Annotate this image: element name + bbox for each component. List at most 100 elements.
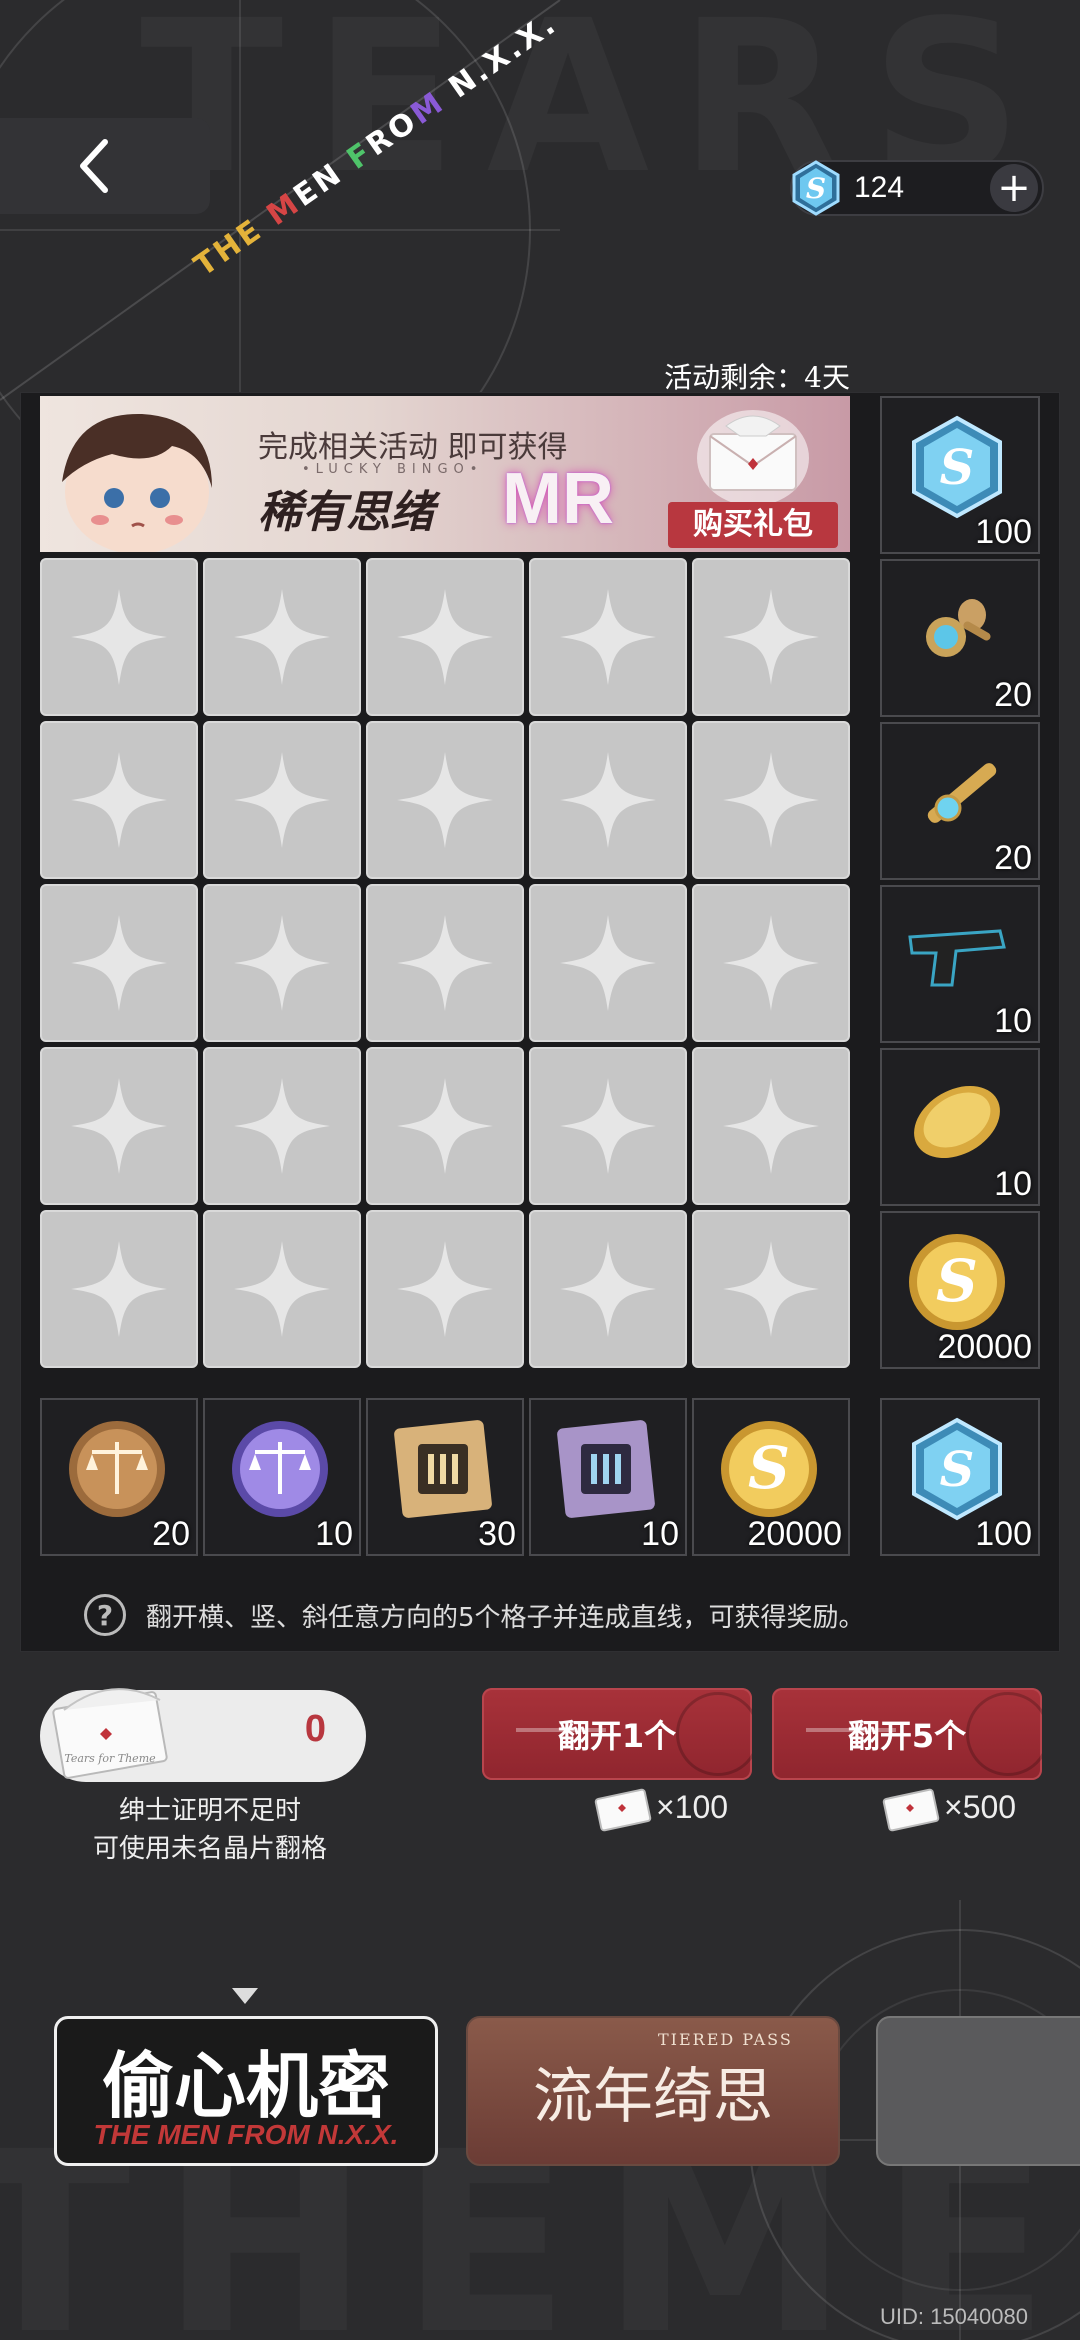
tab-next-event[interactable] — [876, 2016, 1080, 2166]
back-button[interactable] — [0, 118, 210, 214]
sparkle-icon — [560, 752, 656, 848]
bingo-tile[interactable] — [40, 721, 198, 879]
reticle-decoration — [966, 1692, 1042, 1776]
bingo-tile[interactable] — [203, 558, 361, 716]
reward-slot[interactable]: 10 — [880, 1048, 1040, 1206]
flip-one-label: 翻开1个 — [557, 1717, 677, 1755]
reward-quantity: 10 — [315, 1515, 353, 1553]
sparkle-icon — [234, 589, 330, 685]
bingo-tile[interactable] — [366, 884, 524, 1042]
reward-slot[interactable]: 30 — [366, 1398, 524, 1556]
bingo-tile[interactable] — [203, 1047, 361, 1205]
reward-slot[interactable]: S 100 — [880, 1398, 1040, 1556]
reward-slot[interactable]: 10 — [880, 885, 1040, 1043]
sparkle-icon — [723, 752, 819, 848]
add-currency-button[interactable]: + — [990, 164, 1038, 212]
reward-slot[interactable]: S 100 — [880, 396, 1040, 554]
purple-scales-badge-icon — [232, 1421, 328, 1517]
user-id: UID: 15040080 — [880, 2304, 1028, 2329]
sparkle-icon — [234, 1078, 330, 1174]
column-reward-row: 20 10 30 10 S 20000 — [40, 1398, 850, 1556]
reward-quantity: 20000 — [937, 1328, 1032, 1366]
bingo-tile[interactable] — [366, 1210, 524, 1368]
bingo-tile[interactable] — [692, 884, 850, 1042]
tab-heart-secrets[interactable]: 偷心机密 THE MEN FROM N.X.X. — [54, 2016, 438, 2166]
bingo-tile[interactable] — [529, 721, 687, 879]
sparkle-icon — [71, 1078, 167, 1174]
banner-rare-label: 稀有思绪 — [258, 487, 434, 538]
bingo-grid — [40, 558, 850, 1368]
reward-slot[interactable]: 10 — [529, 1398, 687, 1556]
sparkle-icon — [234, 752, 330, 848]
sparkle-icon — [397, 752, 493, 848]
bingo-tile[interactable] — [203, 884, 361, 1042]
event-brand: THE MEN FROM N.X.X. — [188, 6, 568, 330]
flip-one-button[interactable]: 翻开1个 — [482, 1688, 752, 1780]
bingo-tile[interactable] — [529, 884, 687, 1042]
reward-slot[interactable]: 10 — [203, 1398, 361, 1556]
sparkle-icon — [397, 1241, 493, 1337]
buy-gift-button[interactable]: 购买礼包 — [668, 402, 838, 548]
brand-part: N.X.X. — [431, 5, 564, 114]
reward-slot[interactable]: 20 — [880, 722, 1040, 880]
flip-five-label: 翻开5个 — [847, 1717, 967, 1755]
reward-quantity: 100 — [975, 513, 1032, 551]
gold-s-coin-icon: S — [909, 1234, 1005, 1330]
flip-five-cost-value: ×500 — [944, 1788, 1017, 1825]
bingo-tile[interactable] — [40, 558, 198, 716]
tab-tiered-pass[interactable]: TIERED PASS 流年绮思 — [466, 2016, 840, 2166]
reward-quantity: 20 — [994, 839, 1032, 877]
reward-slot[interactable]: 20 — [880, 559, 1040, 717]
reward-quantity: 30 — [478, 1515, 516, 1553]
sparkle-icon — [71, 589, 167, 685]
bronze-scales-badge-icon — [69, 1421, 165, 1517]
tab-title: 流年绮思 — [533, 2062, 773, 2132]
bingo-tile[interactable] — [203, 1210, 361, 1368]
ticket-note: 绅士证明不足时 可使用未名晶片翻格 — [60, 1792, 360, 1868]
reticle-decoration — [676, 1692, 752, 1776]
sparkle-icon — [560, 589, 656, 685]
tab-subtitle: TIERED PASS — [658, 2030, 793, 2049]
diagonal-reward: S 100 — [880, 1398, 1040, 1561]
brand-part: THE — [188, 204, 281, 284]
svg-text:S: S — [940, 1442, 975, 1498]
envelope-icon — [882, 1788, 940, 1832]
sparkle-icon — [560, 1241, 656, 1337]
chibi-character-icon — [62, 413, 212, 552]
flip-five-cost: ×500 — [880, 1782, 1016, 1832]
event-banner: 完成相关活动 即可获得 •LUCKY BINGO• 稀有思绪 MR 购买礼包 — [40, 396, 850, 552]
bingo-tile[interactable] — [366, 721, 524, 879]
bingo-tile[interactable] — [366, 1047, 524, 1205]
bingo-tile[interactable] — [40, 1210, 198, 1368]
svg-text:Tears for Theme: Tears for Theme — [64, 1752, 156, 1765]
bingo-tile[interactable] — [529, 1047, 687, 1205]
reward-quantity: 20 — [152, 1515, 190, 1553]
remaining-time: 活动剩余：4天 — [664, 361, 850, 394]
bingo-tile[interactable] — [40, 884, 198, 1042]
currency-value: 124 — [854, 171, 905, 204]
flip-one-cost-value: ×100 — [656, 1788, 729, 1825]
sparkle-icon — [560, 915, 656, 1011]
gentleman-certificate-envelope-icon: Tears for Theme — [52, 1688, 168, 1779]
bingo-tile[interactable] — [692, 721, 850, 879]
reward-slot[interactable]: S 20000 — [880, 1211, 1040, 1369]
bingo-tile[interactable] — [203, 721, 361, 879]
reward-slot[interactable]: 20 — [40, 1398, 198, 1556]
bingo-tile[interactable] — [692, 1210, 850, 1368]
bingo-tile[interactable] — [529, 558, 687, 716]
reward-quantity: 100 — [975, 1515, 1032, 1553]
sparkle-icon — [71, 752, 167, 848]
bingo-tile[interactable] — [529, 1210, 687, 1368]
flip-five-button[interactable]: 翻开5个 — [772, 1688, 1042, 1780]
reward-slot[interactable]: S 20000 — [692, 1398, 850, 1556]
bingo-tile[interactable] — [692, 558, 850, 716]
bingo-tile[interactable] — [692, 1047, 850, 1205]
help-icon[interactable]: ? — [84, 1594, 126, 1636]
reward-quantity: 10 — [994, 1165, 1032, 1203]
envelope-icon — [697, 410, 809, 506]
sparkle-icon — [723, 1078, 819, 1174]
sparkle-icon — [560, 1078, 656, 1174]
bingo-tile[interactable] — [40, 1047, 198, 1205]
gold-tie-clip-icon — [927, 763, 997, 823]
bingo-tile[interactable] — [366, 558, 524, 716]
